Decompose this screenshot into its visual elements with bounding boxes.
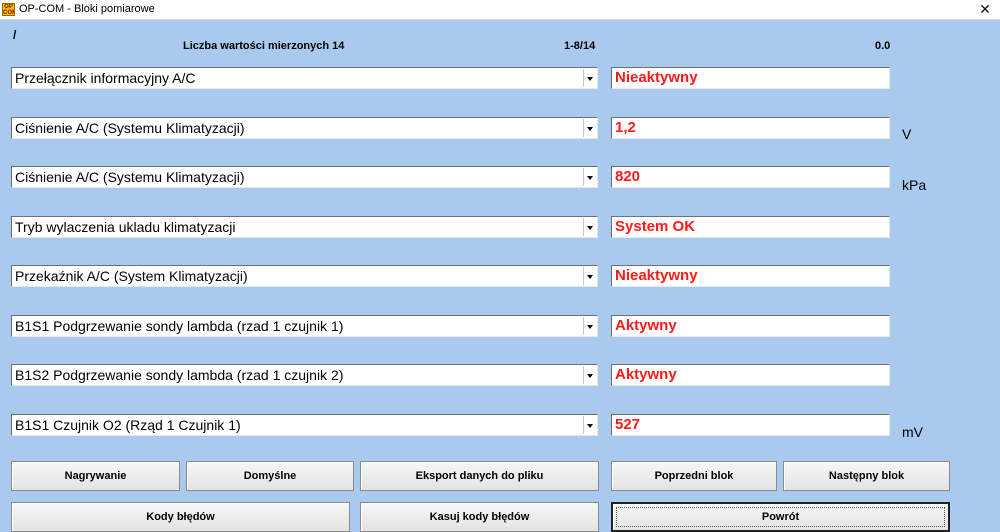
export-button[interactable]: Eksport danych do pliku	[360, 461, 599, 491]
value-field: Aktywny	[611, 315, 890, 337]
parameter-select[interactable]: Przekaźnik A/C (System Klimatyzacji)	[11, 265, 598, 287]
chevron-down-icon[interactable]	[583, 416, 596, 434]
value-text: Nieaktywny	[615, 267, 698, 284]
value-field: 527	[611, 414, 890, 436]
value-text: Aktywny	[615, 317, 677, 334]
app-icon: OPCOM	[2, 3, 15, 16]
chevron-down-icon[interactable]	[583, 317, 596, 335]
unit-label: V	[902, 126, 912, 142]
value-text: Aktywny	[615, 366, 677, 383]
path-indicator: /	[13, 28, 17, 42]
parameter-label: Przekaźnik A/C (System Klimatyzacji)	[15, 268, 248, 284]
parameter-label: Tryb wylaczenia ukladu klimatyzacji	[15, 219, 236, 235]
value-field: System OK	[611, 216, 890, 238]
value-field: Aktywny	[611, 364, 890, 386]
value-field: 820	[611, 166, 890, 188]
chevron-down-icon[interactable]	[583, 218, 596, 236]
clear-codes-button[interactable]: Kasuj kody błędów	[360, 502, 599, 532]
measured-values-count: Liczba wartości mierzonych 14	[183, 40, 345, 52]
chevron-down-icon[interactable]	[583, 366, 596, 384]
chevron-down-icon[interactable]	[583, 168, 596, 186]
parameter-label: Ciśnienie A/C (Systemu Klimatyzacji)	[15, 169, 245, 185]
parameter-label: B1S1 Czujnik O2 (Rząd 1 Czujnik 1)	[15, 417, 241, 433]
unit-label: kPa	[902, 177, 927, 193]
value-text: 1,2	[615, 119, 636, 136]
value-text: 527	[615, 416, 641, 433]
parameter-select[interactable]: Ciśnienie A/C (Systemu Klimatyzacji)	[11, 117, 598, 139]
parameter-select[interactable]: Przełącznik informacyjny A/C	[11, 67, 598, 89]
close-icon[interactable]: ✕	[970, 0, 1000, 19]
block-range: 1-8/14	[564, 40, 596, 52]
time-readout: 0.0	[875, 40, 891, 52]
parameter-label: B1S2 Podgrzewanie sondy lambda (rzad 1 c…	[15, 367, 344, 383]
value-text: Nieaktywny	[615, 69, 698, 86]
chevron-down-icon[interactable]	[583, 267, 596, 285]
error-codes-button[interactable]: Kody błędów	[11, 502, 350, 532]
parameter-select[interactable]: Ciśnienie A/C (Systemu Klimatyzacji)	[11, 166, 598, 188]
value-text: System OK	[615, 218, 696, 235]
unit-label: mV	[902, 424, 923, 440]
parameter-label: B1S1 Podgrzewanie sondy lambda (rzad 1 c…	[15, 318, 344, 334]
chevron-down-icon[interactable]	[583, 119, 596, 137]
title-bar: OPCOM OP-COM - Bloki pomiarowe ✕	[0, 0, 1000, 20]
window-title: OP-COM - Bloki pomiarowe	[19, 3, 155, 15]
chevron-down-icon[interactable]	[583, 69, 596, 87]
parameter-select[interactable]: B1S1 Podgrzewanie sondy lambda (rzad 1 c…	[11, 315, 598, 337]
previous-block-button[interactable]: Poprzedni blok	[611, 461, 777, 491]
defaults-button[interactable]: Domyślne	[186, 461, 354, 491]
value-field: Nieaktywny	[611, 67, 890, 89]
value-field: Nieaktywny	[611, 265, 890, 287]
next-block-button[interactable]: Następny blok	[783, 461, 950, 491]
parameter-label: Przełącznik informacyjny A/C	[15, 70, 196, 86]
parameter-select[interactable]: B1S1 Czujnik O2 (Rząd 1 Czujnik 1)	[11, 414, 598, 436]
parameter-select[interactable]: Tryb wylaczenia ukladu klimatyzacji	[11, 216, 598, 238]
value-text: 820	[615, 168, 641, 185]
back-button[interactable]: Powrót	[611, 502, 950, 532]
parameter-select[interactable]: B1S2 Podgrzewanie sondy lambda (rzad 1 c…	[11, 364, 598, 386]
record-button[interactable]: Nagrywanie	[11, 461, 180, 491]
parameter-label: Ciśnienie A/C (Systemu Klimatyzacji)	[15, 120, 245, 136]
value-field: 1,2	[611, 117, 890, 139]
